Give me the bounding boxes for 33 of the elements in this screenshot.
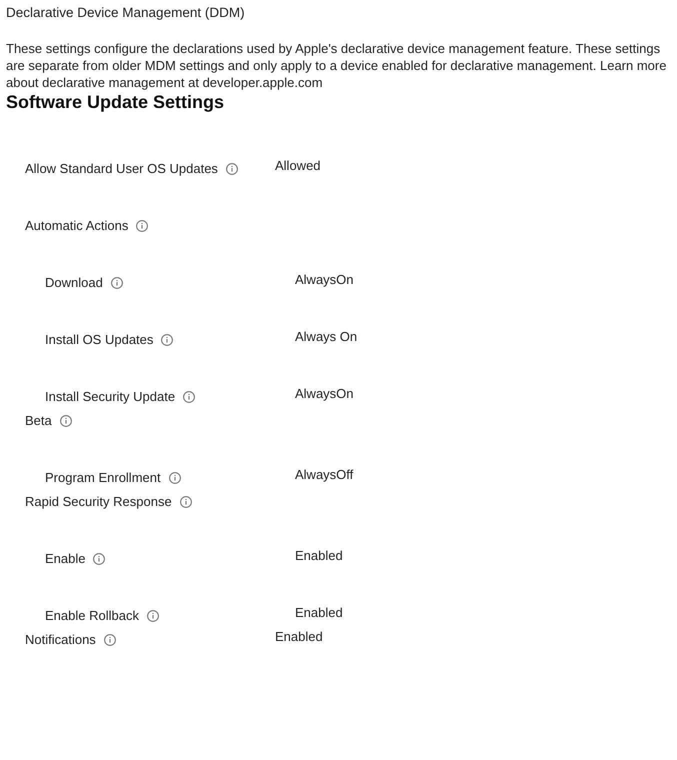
info-icon[interactable] xyxy=(183,390,196,402)
setting-value: AlwaysOn xyxy=(295,272,354,287)
setting-label: Beta xyxy=(25,413,52,428)
setting-value: AlwaysOff xyxy=(295,467,354,482)
info-icon[interactable] xyxy=(226,162,238,174)
setting-value: Enabled xyxy=(275,629,323,644)
setting-value: Always On xyxy=(295,329,358,344)
setting-value: Allowed xyxy=(275,158,321,173)
info-icon[interactable] xyxy=(168,472,181,484)
info-icon[interactable] xyxy=(146,610,159,622)
description-text: These settings configure the declarations used by Apple's declarative device management feature. These settings are separate from older MDM settings and only apply to a device enabled for declarative management. Learn more about declarative management at developer.apple.com xyxy=(6,40,668,91)
info-icon[interactable] xyxy=(136,220,148,232)
info-icon[interactable] xyxy=(110,276,123,288)
setting-value: AlwaysOn xyxy=(295,386,354,401)
setting-label: Automatic Actions xyxy=(25,218,128,233)
info-icon[interactable] xyxy=(93,552,106,564)
page-title: Declarative Device Management (DDM) xyxy=(6,5,246,20)
setting-label: Download xyxy=(45,275,103,290)
setting-label: Allow Standard User OS Updates xyxy=(25,161,218,176)
setting-value: Enabled xyxy=(295,548,343,563)
setting-label: Install OS Updates xyxy=(45,332,154,347)
info-icon[interactable] xyxy=(161,334,174,346)
setting-label: Program Enrollment xyxy=(45,470,161,485)
setting-label: Install Security Update xyxy=(45,389,176,404)
setting-label: Notifications xyxy=(25,632,96,647)
setting-label: Enable Rollback xyxy=(45,608,139,623)
setting-label: Enable xyxy=(45,551,86,566)
setting-value: Enabled xyxy=(295,605,343,620)
info-icon[interactable] xyxy=(104,634,116,646)
info-icon[interactable] xyxy=(60,414,72,426)
info-icon[interactable] xyxy=(180,496,192,508)
section-heading: Software Update Settings xyxy=(6,91,226,113)
setting-label: Rapid Security Response xyxy=(25,494,172,509)
